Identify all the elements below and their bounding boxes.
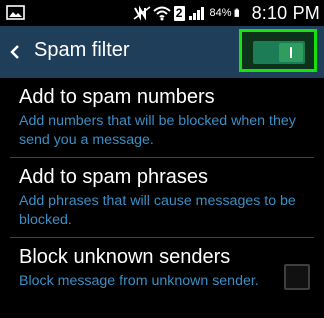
toggle-highlight [239,29,317,72]
item-title: Block unknown senders [19,246,231,268]
item-description: Add numbers that will be blocked when th… [19,113,296,148]
battery-icon [234,8,239,17]
toggle-thumb[interactable] [279,43,303,62]
item-description: Block message from unknown sender. [19,273,259,289]
wifi-icon [152,6,171,21]
list-item-block-unknown[interactable]: Block unknown senders Block message from… [0,238,324,317]
signal-icon [188,7,204,20]
block-unknown-checkbox[interactable] [284,264,310,290]
sim-icon: 2 [173,5,185,21]
spam-filter-toggle[interactable] [253,41,305,64]
item-title: Add to spam numbers [19,86,215,108]
list-item-spam-phrases[interactable]: Add to spam phrases Add phrases that wil… [0,158,324,238]
item-title: Add to spam phrases [19,166,208,188]
clock: 8:10 PM [251,2,320,23]
list-item-spam-numbers[interactable]: Add to spam numbers Add numbers that wil… [0,78,324,158]
image-notification-icon [6,5,25,20]
status-bar: 2 84% 8:10 PM [0,0,324,26]
status-icons: 2 84% 8:10 PM [133,0,320,26]
toggle-knob-icon [290,47,292,58]
mute-icon [133,5,151,21]
back-chevron-icon[interactable] [8,40,22,64]
item-description: Add phrases that will cause messages to … [19,193,296,228]
battery-percent: 84% [209,7,232,19]
screen: 2 84% 8:10 PM Spam filter Add to spam nu… [0,0,324,318]
page-title: Spam filter [34,39,130,61]
